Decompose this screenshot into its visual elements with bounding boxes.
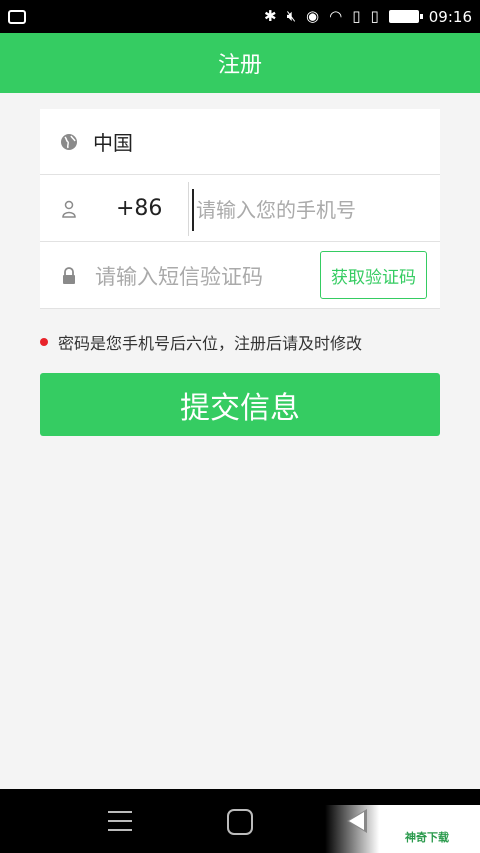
- globe-icon: [60, 133, 78, 151]
- phone-input[interactable]: [192, 189, 438, 231]
- status-bar: ✱ 🔇︎ ◉ ◠ ▯ ▯ 09:16: [0, 0, 480, 33]
- status-time: 09:16: [428, 7, 472, 26]
- mute-icon: 🔇︎: [286, 7, 297, 25]
- message-icon: [8, 5, 26, 24]
- sim-icon: ▯: [370, 7, 379, 25]
- lock-icon: [60, 266, 78, 285]
- submit-button[interactable]: 提交信息: [40, 373, 440, 436]
- dial-code[interactable]: +86: [116, 196, 162, 221]
- app-header: 注册: [0, 33, 480, 93]
- bullet-dot-icon: [40, 338, 48, 346]
- watermark-text: 神奇下载: [405, 831, 449, 844]
- sim-icon: ▯: [352, 7, 361, 25]
- country-name: 中国: [93, 131, 133, 155]
- password-notice: 密码是您手机号后六位，注册后请及时修改: [40, 330, 362, 354]
- wifi-icon: ◠: [329, 7, 343, 25]
- page-title: 注册: [217, 53, 262, 78]
- registration-form: 中国 +86 获取验证码: [40, 109, 440, 309]
- code-row: 获取验证码: [40, 243, 440, 309]
- sms-code-input[interactable]: [93, 256, 307, 298]
- country-selector[interactable]: 中国: [40, 109, 440, 175]
- menu-icon[interactable]: [108, 811, 132, 831]
- user-icon: [60, 200, 78, 218]
- notice-text: 密码是您手机号后六位，注册后请及时修改: [58, 334, 363, 353]
- bluetooth-icon: ✱: [264, 7, 277, 25]
- home-icon[interactable]: [227, 809, 253, 835]
- back-icon[interactable]: [347, 809, 367, 833]
- divider: [188, 182, 189, 236]
- get-code-button[interactable]: 获取验证码: [320, 251, 427, 299]
- eye-icon: ◉: [306, 7, 320, 25]
- battery-icon: [388, 10, 423, 23]
- phone-row: +86: [40, 176, 440, 242]
